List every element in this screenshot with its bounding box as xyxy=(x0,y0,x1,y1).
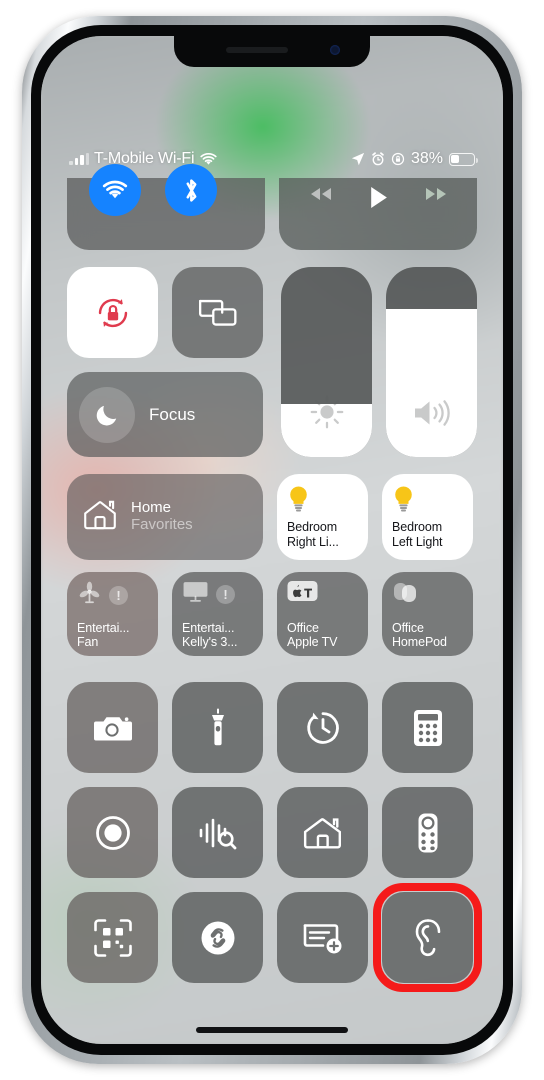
screen-mirroring-toggle[interactable] xyxy=(172,267,263,358)
timer-icon xyxy=(306,711,339,744)
accessory-name: Office HomePod xyxy=(392,620,447,650)
moon-icon xyxy=(79,386,135,443)
home-favorites-row: Home Favorites Bedroom Right Li... Bedro… xyxy=(67,474,477,560)
light-tile-bedroom-left[interactable]: Bedroom Left Light xyxy=(382,474,473,560)
home-text: Home Favorites xyxy=(131,499,193,534)
flashlight-button[interactable] xyxy=(172,682,263,773)
alarm-clock-icon xyxy=(371,152,385,166)
accessory-tile-tv[interactable]: ! Entertai... Kelly's 3... xyxy=(172,572,263,656)
display-notch xyxy=(174,36,370,67)
status-bar: T-Mobile Wi-Fi 38% xyxy=(41,146,503,172)
screen-recording-button[interactable] xyxy=(67,787,158,878)
apple-tv-remote-button[interactable] xyxy=(382,787,473,878)
calculator-icon xyxy=(413,709,442,746)
status-bar-left: T-Mobile Wi-Fi xyxy=(69,150,218,168)
battery-percentage: 38% xyxy=(410,150,443,167)
left-controls-column: Focus xyxy=(67,267,263,457)
brightness-icon xyxy=(309,394,345,435)
accessory-icons xyxy=(287,580,368,607)
utility-row-3 xyxy=(67,883,482,992)
code-scanner-button[interactable] xyxy=(67,892,158,983)
homepod-icon xyxy=(392,580,422,609)
camera-button[interactable] xyxy=(67,682,158,773)
sound-recognition-button[interactable] xyxy=(172,787,263,878)
location-arrow-icon xyxy=(351,152,365,166)
battery-fill xyxy=(451,154,460,164)
tv-icon xyxy=(182,580,209,608)
light-name: Bedroom Left Light xyxy=(392,519,443,549)
accessory-name: Entertai... Fan xyxy=(77,620,130,650)
hearing-button[interactable] xyxy=(373,883,482,992)
volume-slider[interactable] xyxy=(386,267,477,457)
accessory-name: Entertai... Kelly's 3... xyxy=(182,620,238,650)
qr-scanner-icon xyxy=(93,918,132,957)
connectivity-media-row xyxy=(67,164,477,250)
connectivity-module xyxy=(67,164,265,250)
home-favorites-tile[interactable]: Home Favorites xyxy=(67,474,263,560)
accessory-tile-homepod[interactable]: Office HomePod xyxy=(382,572,473,656)
accessory-icons: ! xyxy=(182,580,263,608)
remote-icon xyxy=(418,813,437,852)
home-outline-icon xyxy=(303,817,341,848)
iphone-screen: T-Mobile Wi-Fi 38% Focus Home Favorites … xyxy=(41,36,503,1044)
accessories-row: ! Entertai... Fan ! Entertai... Kelly's … xyxy=(67,572,477,656)
calculator-button[interactable] xyxy=(382,682,473,773)
focus-label: Focus xyxy=(149,404,196,424)
rotation-lock-toggle[interactable] xyxy=(67,267,158,358)
rewind-button[interactable] xyxy=(309,186,333,202)
wifi-icon xyxy=(199,152,218,167)
accessory-tile-fan[interactable]: ! Entertai... Fan xyxy=(67,572,158,656)
accessory-name: Office Apple TV xyxy=(287,620,338,650)
shazam-button[interactable] xyxy=(172,892,263,983)
lightbulb-icon xyxy=(287,485,310,517)
screen-record-icon xyxy=(95,815,130,850)
home-title: Home xyxy=(131,499,172,517)
ear-icon xyxy=(415,918,440,956)
quick-note-icon xyxy=(303,923,341,953)
volume-icon xyxy=(411,396,453,435)
accessory-tile-apple-tv[interactable]: Office Apple TV xyxy=(277,572,368,656)
light-tile-bedroom-right[interactable]: Bedroom Right Li... xyxy=(277,474,368,560)
accessory-icons: ! xyxy=(77,580,158,610)
home-app-button[interactable] xyxy=(277,787,368,878)
camera-icon xyxy=(93,716,132,740)
home-indicator[interactable] xyxy=(196,1027,348,1033)
accessory-status-badge: ! xyxy=(109,585,128,605)
controls-sliders-row: Focus xyxy=(67,267,477,457)
shazam-icon xyxy=(201,921,234,954)
focus-toggle[interactable]: Focus xyxy=(67,372,263,457)
sliders-column xyxy=(281,267,477,457)
quick-note-button[interactable] xyxy=(277,892,368,983)
status-bar-right: 38% xyxy=(351,150,478,168)
lightbulb-icon xyxy=(392,485,415,517)
home-icon xyxy=(81,497,119,538)
carrier-label: T-Mobile Wi-Fi xyxy=(94,150,195,167)
timer-button[interactable] xyxy=(277,682,368,773)
rotation-lock-icon xyxy=(391,152,405,166)
brightness-slider[interactable] xyxy=(281,267,372,457)
earpiece-speaker-icon xyxy=(226,47,288,53)
cellular-signal-icon xyxy=(69,153,89,165)
sound-recognition-icon xyxy=(199,818,236,849)
fast-forward-button[interactable] xyxy=(424,186,448,202)
apple-tv-icon xyxy=(287,580,318,607)
home-subtitle: Favorites xyxy=(131,516,193,533)
play-button[interactable] xyxy=(369,186,388,209)
light-name: Bedroom Right Li... xyxy=(287,519,339,549)
utility-row-1 xyxy=(67,682,477,773)
front-camera-icon xyxy=(330,45,340,55)
fan-icon xyxy=(77,580,102,610)
accessory-status-badge: ! xyxy=(216,584,235,604)
flashlight-icon xyxy=(211,708,224,745)
lock-mirror-row xyxy=(67,267,263,358)
battery-icon xyxy=(449,152,478,166)
accessory-icons xyxy=(392,580,473,609)
media-playback-module xyxy=(279,178,477,250)
utility-row-2 xyxy=(67,787,477,878)
control-center-panel: Focus Home Favorites Bedroom Right Li...… xyxy=(41,164,503,1044)
